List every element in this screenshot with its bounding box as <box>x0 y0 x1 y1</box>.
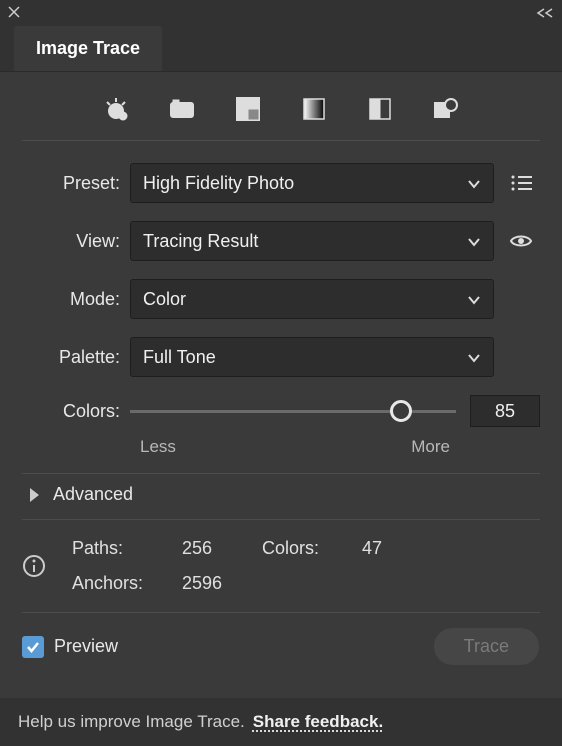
grayscale-icon[interactable] <box>299 96 329 122</box>
palette-select[interactable]: Full Tone <box>130 337 494 377</box>
colors-slider[interactable] <box>130 400 456 422</box>
advanced-toggle[interactable]: Advanced <box>22 474 540 519</box>
slider-min-label: Less <box>140 437 176 457</box>
palette-label: Palette: <box>22 347 130 368</box>
high-color-icon[interactable] <box>167 96 197 122</box>
collapse-icon[interactable] <box>536 5 554 21</box>
panel-titlebar <box>0 0 562 26</box>
tab-image-trace[interactable]: Image Trace <box>14 26 162 71</box>
chevron-down-icon <box>467 289 481 310</box>
chevron-down-icon <box>467 347 481 368</box>
image-trace-panel: Image Trace <box>0 0 562 746</box>
preset-select[interactable]: High Fidelity Photo <box>130 163 494 203</box>
paths-value: 256 <box>182 538 262 559</box>
chevron-down-icon <box>467 173 481 194</box>
preview-label: Preview <box>54 636 118 657</box>
info-icon <box>22 554 56 578</box>
preset-value: High Fidelity Photo <box>143 173 294 194</box>
footer: Help us improve Image Trace. Share feedb… <box>0 698 562 746</box>
preset-menu-icon[interactable] <box>502 175 540 191</box>
view-label: View: <box>22 231 130 252</box>
info-colors-label: Colors: <box>262 538 362 559</box>
view-select[interactable]: Tracing Result <box>130 221 494 261</box>
footer-text: Help us improve Image Trace. <box>18 712 245 732</box>
share-feedback-link[interactable]: Share feedback. <box>253 712 383 732</box>
chevron-down-icon <box>467 231 481 252</box>
view-value: Tracing Result <box>143 231 258 252</box>
colors-label: Colors: <box>22 401 130 422</box>
advanced-label: Advanced <box>53 484 133 505</box>
slider-thumb[interactable] <box>390 400 412 422</box>
preview-checkbox[interactable] <box>22 636 44 658</box>
mode-select[interactable]: Color <box>130 279 494 319</box>
preset-icon-toolbar <box>22 72 540 140</box>
slider-max-label: More <box>411 437 450 457</box>
disclosure-triangle-icon <box>30 488 39 502</box>
outline-icon[interactable] <box>431 96 461 122</box>
info-colors-value: 47 <box>362 538 412 559</box>
mode-label: Mode: <box>22 289 130 310</box>
black-white-icon[interactable] <box>365 96 395 122</box>
tab-row: Image Trace <box>0 26 562 72</box>
palette-value: Full Tone <box>143 347 216 368</box>
anchors-value: 2596 <box>182 573 262 594</box>
close-icon[interactable] <box>8 5 20 21</box>
preset-label: Preset: <box>22 173 130 194</box>
anchors-label: Anchors: <box>72 573 182 594</box>
colors-value-input[interactable]: 85 <box>470 395 540 427</box>
mode-value: Color <box>143 289 186 310</box>
paths-label: Paths: <box>72 538 182 559</box>
trace-button[interactable]: Trace <box>433 627 540 666</box>
low-color-icon[interactable] <box>233 96 263 122</box>
auto-color-icon[interactable] <box>101 96 131 122</box>
eye-icon[interactable] <box>502 233 540 249</box>
